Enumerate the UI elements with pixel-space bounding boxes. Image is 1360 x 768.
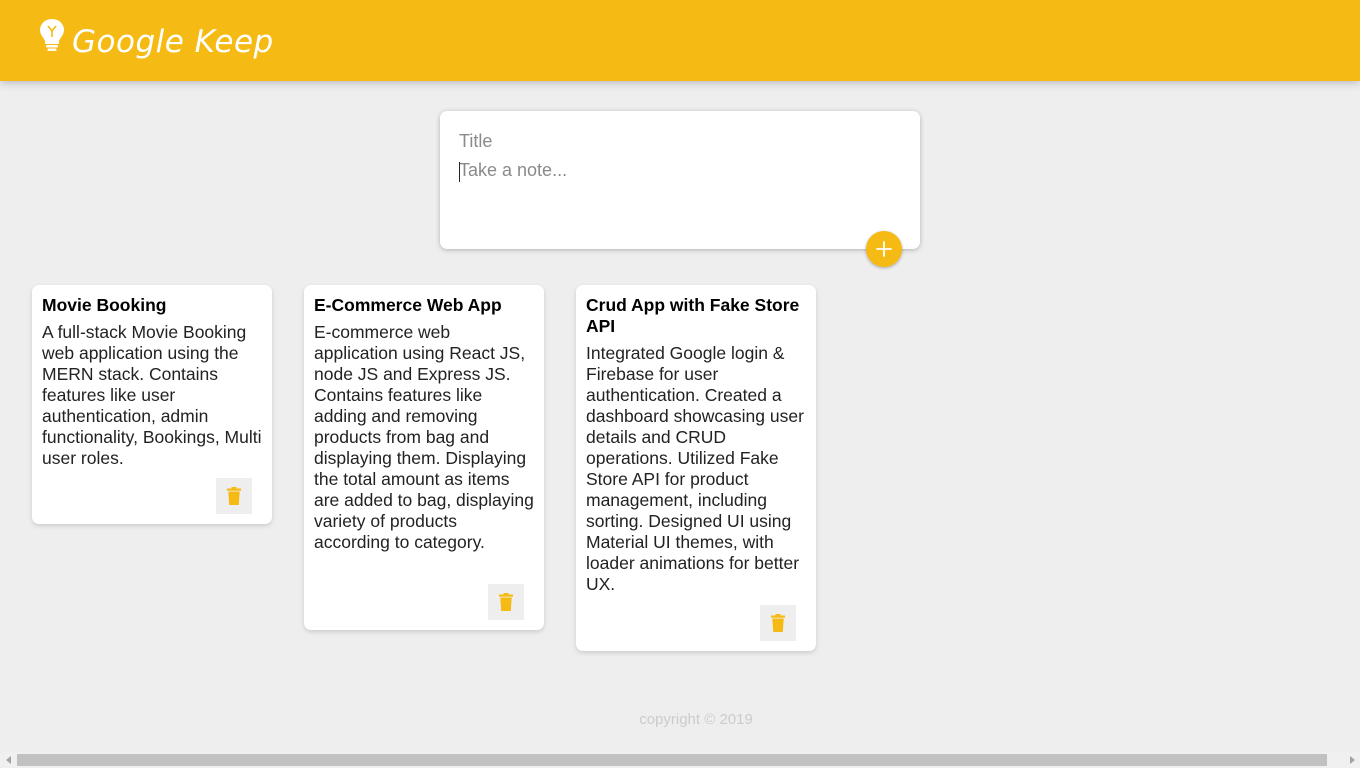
create-note-form — [440, 111, 920, 249]
horizontal-scrollbar[interactable] — [0, 752, 1360, 768]
footer: copyright © 2019 — [0, 711, 1360, 728]
note-content: Integrated Google login & Firebase for u… — [586, 343, 809, 594]
scroll-left-arrow-icon[interactable] — [0, 752, 17, 768]
note-title: Movie Booking — [42, 295, 167, 315]
scroll-right-arrow-icon[interactable] — [1343, 752, 1360, 768]
app-header: Google Keep — [0, 0, 1360, 81]
note-title: E-Commerce Web App — [314, 295, 502, 315]
note-title: Crud App with Fake Store API — [586, 295, 800, 336]
lightbulb-icon — [40, 18, 64, 51]
note-card: Movie Booking A full-stack Movie Booking… — [32, 285, 272, 524]
note-card: Crud App with Fake Store API Integrated … — [576, 285, 816, 651]
note-title-input[interactable] — [459, 129, 901, 153]
app-title: Google Keep — [72, 23, 274, 60]
note-card: E-Commerce Web App E-commerce web applic… — [304, 285, 544, 630]
note-content-input[interactable] — [459, 160, 901, 240]
trash-icon — [771, 614, 785, 632]
note-content: E-commerce web application using React J… — [314, 322, 539, 552]
plus-icon — [876, 241, 892, 257]
text-cursor — [459, 162, 460, 182]
trash-icon — [499, 593, 513, 611]
delete-note-button[interactable] — [488, 584, 524, 620]
copyright-text: copyright © 2019 — [639, 711, 753, 728]
delete-note-button[interactable] — [216, 478, 252, 514]
note-content: A full-stack Movie Booking web applicati… — [42, 322, 267, 468]
add-note-button[interactable] — [866, 231, 902, 267]
trash-icon — [227, 487, 241, 505]
scrollbar-thumb[interactable] — [17, 754, 1327, 766]
delete-note-button[interactable] — [760, 605, 796, 641]
